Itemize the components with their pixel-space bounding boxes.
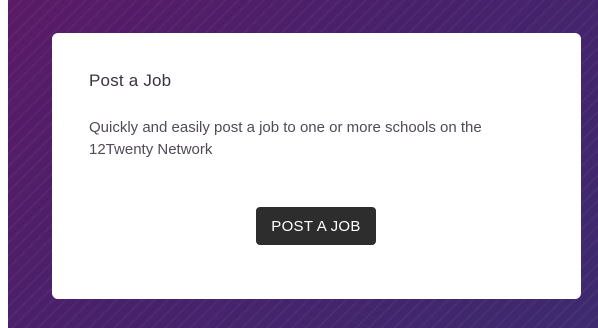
card-title: Post a Job — [89, 71, 172, 90]
post-job-card: Post a Job Quickly and easily post a job… — [52, 33, 581, 299]
post-a-job-button[interactable]: POST A JOB — [256, 207, 376, 245]
card-description: Quickly and easily post a job to one or … — [89, 119, 482, 158]
purple-background: Post a Job Quickly and easily post a job… — [8, 0, 598, 328]
